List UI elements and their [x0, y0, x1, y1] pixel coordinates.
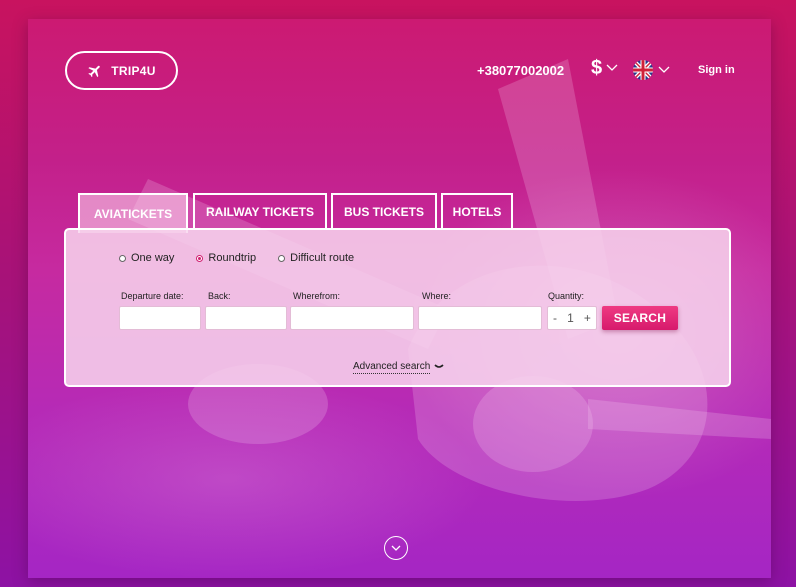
advanced-search-label: Advanced search	[353, 361, 431, 374]
back-date-label: Back:	[208, 291, 231, 301]
hero-section: TRIP4U +38077002002 $ Sign in AVIATICKET…	[28, 19, 771, 578]
radio-button[interactable]	[278, 254, 286, 262]
language-selector[interactable]	[633, 60, 670, 80]
trip-type-roundtrip[interactable]: Roundtrip	[196, 252, 256, 264]
search-panel: One way Roundtrip Difficult route Depart…	[64, 228, 731, 387]
radio-label: Difficult route	[290, 252, 355, 264]
tab-bus-tickets[interactable]: BUS TICKETS	[331, 193, 437, 229]
trip-type-difficult-route[interactable]: Difficult route	[278, 252, 354, 264]
radio-label: One way	[131, 252, 175, 264]
tab-hotels[interactable]: HOTELS	[441, 193, 513, 229]
trip-type-one-way[interactable]: One way	[119, 252, 174, 264]
chevron-down-circle-icon	[391, 545, 401, 551]
chevron-down-icon	[434, 364, 444, 368]
scroll-down-button[interactable]	[384, 536, 408, 560]
quantity-increment-button[interactable]: +	[584, 311, 591, 325]
chevron-down-icon	[658, 66, 670, 73]
quantity-label: Quantity:	[548, 291, 585, 301]
quantity-value: 1	[567, 311, 574, 325]
quantity-decrement-button[interactable]: -	[553, 311, 557, 325]
tab-railway-tickets[interactable]: RAILWAY TICKETS	[193, 193, 327, 229]
where-field[interactable]	[418, 306, 542, 330]
uk-flag-icon	[633, 60, 653, 80]
currency-selector[interactable]: $	[591, 58, 618, 78]
sign-in-link[interactable]: Sign in	[698, 64, 735, 76]
currency-symbol: $	[591, 57, 603, 79]
logo-button[interactable]: TRIP4U	[65, 51, 178, 90]
tab-aviatickets[interactable]: AVIATICKETS	[78, 193, 188, 233]
radio-button[interactable]	[196, 254, 204, 262]
phone-number[interactable]: +38077002002	[477, 63, 564, 78]
logo-text: TRIP4U	[111, 63, 156, 78]
departure-date-label: Departure date:	[121, 291, 184, 301]
where-label: Where:	[422, 291, 452, 301]
back-date-field[interactable]	[205, 306, 287, 330]
search-button[interactable]: SEARCH	[602, 306, 678, 330]
trip-type-options: One way Roundtrip Difficult route	[119, 252, 376, 264]
wherefrom-field[interactable]	[290, 306, 414, 330]
departure-date-field[interactable]	[119, 306, 201, 330]
wherefrom-label: Wherefrom:	[293, 291, 341, 301]
radio-button[interactable]	[119, 254, 126, 262]
advanced-search-toggle[interactable]: Advanced search	[353, 360, 444, 374]
quantity-stepper: - 1 +	[547, 306, 597, 330]
radio-label: Roundtrip	[208, 252, 257, 264]
airplane-icon	[88, 65, 101, 77]
chevron-down-icon	[606, 64, 618, 71]
